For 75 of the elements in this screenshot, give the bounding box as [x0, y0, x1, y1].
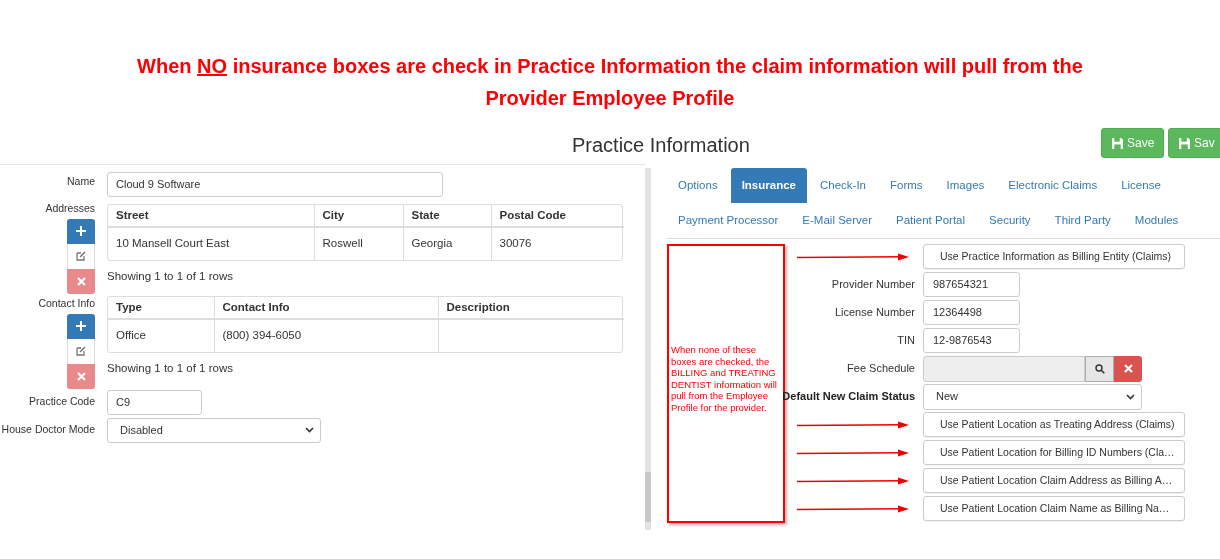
add-button[interactable]: [67, 313, 95, 339]
save-button[interactable]: Sav: [1168, 128, 1220, 158]
pagination-info: Showing 1 to 1 of 1 rows: [107, 361, 233, 374]
edit-icon: [76, 346, 86, 356]
house-doctor-mode-select[interactable]: Disabled: [107, 417, 321, 443]
text-field[interactable]: 12-9876543: [923, 328, 1020, 353]
practice-code-field[interactable]: C9: [107, 389, 202, 415]
field-label: Name: [67, 174, 95, 189]
search-icon: [1094, 363, 1105, 374]
text-field[interactable]: 987654321: [923, 272, 1020, 297]
scrollbar-thumb[interactable]: [645, 472, 651, 522]
edit-button[interactable]: [67, 338, 95, 364]
claim-status-select[interactable]: New: [923, 383, 1142, 410]
table-cell: Georgia: [411, 237, 453, 250]
tab[interactable]: Security: [978, 203, 1042, 238]
column-header: City: [314, 205, 403, 227]
delete-button[interactable]: [67, 268, 95, 294]
annotation-heading: When NO insurance boxes are check in Practice Information the claim information will pull from the Provider Employee Profile: [136, 54, 1084, 111]
field-label: TIN: [897, 333, 915, 349]
chevron-down-icon: [1126, 393, 1135, 400]
text-field[interactable]: 12364498: [923, 300, 1020, 325]
close-icon: [1123, 364, 1133, 373]
table-cell: 10 Mansell Court East: [116, 237, 230, 250]
field-label: Fee Schedule: [847, 361, 915, 377]
fee-schedule-field[interactable]: [923, 355, 1085, 382]
column-header: Description: [438, 296, 624, 319]
chevron-down-icon: [305, 427, 314, 433]
table-cell: Roswell: [322, 237, 363, 250]
field-label: Provider Number: [831, 277, 915, 293]
save-button[interactable]: Save: [1101, 128, 1164, 158]
column-header: Postal Code: [491, 205, 624, 227]
field-label: Practice Code: [29, 394, 95, 410]
plus-icon: [76, 226, 86, 237]
name-field[interactable]: Cloud 9 Software: [107, 172, 443, 197]
table-cell: Office: [116, 329, 146, 342]
pagination-info: Showing 1 to 1 of 1 rows: [107, 270, 233, 282]
add-button[interactable]: [67, 218, 95, 244]
plus-icon: [76, 321, 86, 331]
tab[interactable]: Third Party: [1043, 203, 1122, 238]
tab[interactable]: Forms: [879, 168, 934, 203]
column-header: State: [403, 205, 491, 227]
search-button[interactable]: [1085, 355, 1114, 382]
clear-button[interactable]: [1114, 355, 1142, 382]
toggle-button[interactable]: Use Practice Information as Billing Entity (Claims): [923, 244, 1185, 269]
close-icon: [76, 371, 86, 381]
column-header: Type: [108, 296, 214, 319]
toggle-button[interactable]: Use Patient Location as Treating Address (Claims): [923, 412, 1185, 437]
toggle-button[interactable]: Use Patient Location for Billing ID Numbers (Cla…: [923, 440, 1185, 465]
edit-button[interactable]: [67, 243, 95, 269]
field-label: Addresses: [45, 201, 95, 216]
tab[interactable]: E-Mail Server: [791, 203, 883, 238]
tab[interactable]: Check-In: [808, 168, 877, 203]
annotation-note: When none of these boxes are checked, the BILLING and TREATING DENTIST information will pull from the Employee Profile for the provider.: [671, 344, 778, 413]
scrollbar[interactable]: [645, 168, 651, 530]
tab[interactable]: Modules: [1123, 203, 1190, 238]
field-label: Contact Info: [38, 295, 95, 311]
field-label: License Number: [834, 305, 915, 321]
close-icon: [76, 276, 86, 286]
field-label: House Doctor Mode: [1, 422, 95, 438]
toggle-button[interactable]: Use Patient Location Claim Address as Billing A…: [923, 468, 1185, 493]
tab[interactable]: Insurance: [730, 168, 807, 203]
tab[interactable]: Images: [935, 168, 996, 203]
column-header: Contact Info: [214, 296, 438, 319]
delete-button[interactable]: [67, 363, 95, 389]
tab[interactable]: Options: [667, 168, 729, 203]
toggle-button[interactable]: Use Patient Location Claim Name as Billing Na…: [923, 496, 1185, 521]
tab[interactable]: Payment Processor: [667, 203, 790, 238]
tab[interactable]: License: [1110, 168, 1172, 203]
table-cell: 30076: [499, 237, 532, 250]
edit-icon: [76, 251, 86, 262]
tab[interactable]: Electronic Claims: [997, 168, 1109, 203]
column-header: Street: [108, 205, 314, 227]
table-cell: (800) 394-6050: [222, 329, 302, 342]
tab[interactable]: Patient Portal: [885, 203, 977, 238]
page-title: Practice Information: [572, 133, 750, 158]
